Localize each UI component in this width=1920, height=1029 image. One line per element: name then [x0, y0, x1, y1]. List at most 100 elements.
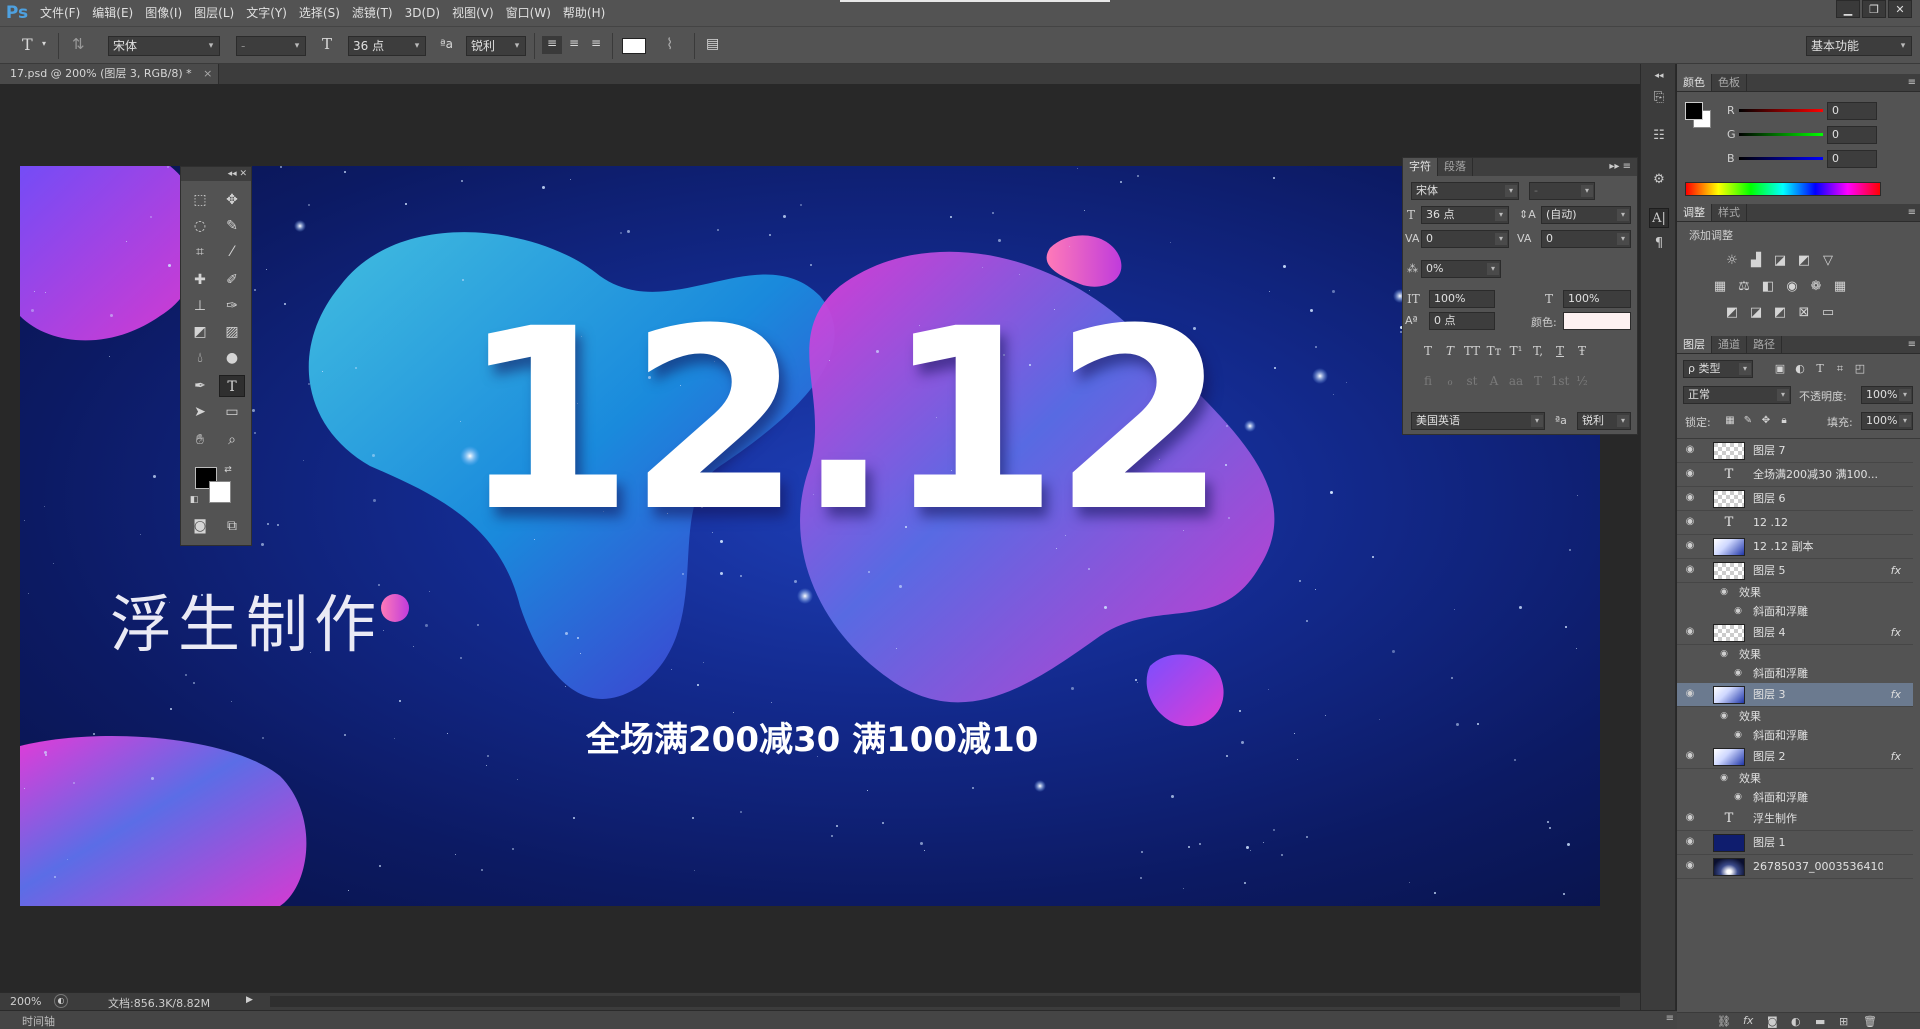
path-selection-tool-icon[interactable]: ➤ [187, 401, 213, 423]
filter-type-icon[interactable]: T [1811, 360, 1829, 378]
character-panel-toggle-icon[interactable]: ▤ [706, 36, 719, 52]
fill-field[interactable]: 100% ▾ [1861, 412, 1913, 430]
tab-swatches[interactable]: 色板 [1712, 74, 1747, 91]
menu-item[interactable]: 文件(F) [34, 0, 86, 26]
layer-row[interactable]: ◉ T 12 .12 [1677, 511, 1913, 535]
timeline-tab[interactable]: 时间轴 [22, 1013, 55, 1029]
layer-row[interactable]: ◉ T 浮生制作 [1677, 807, 1913, 831]
visibility-eye-icon[interactable]: ◉ [1717, 771, 1731, 785]
visibility-eye-icon[interactable]: ◉ [1683, 443, 1697, 457]
layer-row[interactable]: ◉ 26785037_00035364103... [1677, 855, 1913, 879]
tab-layers[interactable]: 图层 [1677, 336, 1712, 353]
tools-panel-header[interactable]: ◂◂ ✕ [181, 167, 251, 181]
menu-item[interactable]: 选择(S) [293, 0, 346, 26]
visibility-eye-icon[interactable]: ◉ [1683, 687, 1697, 701]
char-leading-field[interactable]: (自动) ▾ [1541, 206, 1631, 224]
text-color-swatch[interactable] [622, 38, 646, 54]
color-fg-swatch[interactable] [1685, 102, 1703, 120]
brush-tool-icon[interactable]: ✐ [219, 269, 245, 291]
lock-position-icon[interactable]: ✥ [1757, 412, 1775, 430]
lock-transparent-icon[interactable]: ▦ [1721, 412, 1739, 430]
char-font-family-select[interactable]: 宋体 ▾ [1411, 182, 1519, 200]
layers-panel-menu-icon[interactable]: ≡ [1908, 336, 1916, 354]
color-lookup-icon[interactable]: ▦ [1831, 278, 1849, 296]
layer-thumbnail[interactable] [1713, 562, 1745, 580]
workspace-select[interactable]: 基本功能 ▾ [1806, 36, 1912, 56]
layer-row[interactable]: ◉ 图层 6 [1677, 487, 1913, 511]
close-button[interactable]: ✕ [1888, 0, 1912, 18]
visibility-eye-icon[interactable]: ◉ [1683, 491, 1697, 505]
layer-filter-select[interactable]: ρ 类型 ▾ [1683, 360, 1753, 378]
tab-paths[interactable]: 路径 [1747, 336, 1782, 353]
visibility-eye-icon[interactable]: ◉ [1731, 728, 1745, 742]
blue-value[interactable]: 0 [1827, 150, 1877, 168]
layer-effect-row[interactable]: ◉ 效果 [1677, 645, 1913, 664]
pen-tool-icon[interactable]: ✒ [187, 375, 213, 397]
visibility-eye-icon[interactable]: ◉ [1683, 811, 1697, 825]
layer-fx-badge-icon[interactable]: fx [1891, 683, 1901, 707]
eraser-tool-icon[interactable]: ◩ [187, 321, 213, 343]
layer-effect-row[interactable]: ◉ 效果 [1677, 707, 1913, 726]
levels-icon[interactable]: ▟ [1747, 252, 1765, 270]
layer-fx-badge-icon[interactable]: fx [1891, 745, 1901, 769]
superscript-button[interactable]: T¹ [1505, 344, 1527, 358]
filter-shape-icon[interactable]: ⌗ [1831, 360, 1849, 378]
paragraph-panel-icon[interactable]: ¶ [1649, 234, 1669, 254]
collapse-dock-icon[interactable]: ◂◂ [1649, 66, 1669, 86]
titling-button[interactable]: T [1527, 374, 1549, 388]
layer-row[interactable]: ◉ 图层 4 fx [1677, 621, 1913, 645]
all-caps-button[interactable]: TT [1461, 344, 1483, 358]
vibrance-icon[interactable]: ▽ [1819, 252, 1837, 270]
layer-row[interactable]: ◉ 图层 7 [1677, 439, 1913, 463]
close-tab-icon[interactable]: × [203, 67, 212, 80]
horizontal-scrollbar[interactable] [270, 996, 1620, 1007]
rectangle-tool-icon[interactable]: ▭ [219, 401, 245, 423]
faux-bold-button[interactable]: T [1417, 344, 1439, 358]
swap-colors-icon[interactable]: ⇄ [221, 463, 235, 477]
visibility-eye-icon[interactable]: ◉ [1717, 709, 1731, 723]
char-language-select[interactable]: 美国英语 ▾ [1411, 412, 1545, 430]
char-kerning-field[interactable]: 0 ▾ [1421, 230, 1509, 248]
filter-pixel-icon[interactable]: ▣ [1771, 360, 1789, 378]
tab-adjustments[interactable]: 调整 [1677, 204, 1712, 221]
restore-button[interactable]: ❐ [1862, 0, 1886, 18]
ligatures-button[interactable]: fi [1417, 374, 1439, 388]
menu-item[interactable]: 视图(V) [446, 0, 500, 26]
gradient-tool-icon[interactable]: ▨ [219, 321, 245, 343]
visibility-eye-icon[interactable]: ◉ [1683, 467, 1697, 481]
subscript-button[interactable]: T, [1527, 344, 1549, 358]
hand-tool-icon[interactable]: ✋︎ [187, 429, 213, 451]
history-brush-tool-icon[interactable]: ✑ [219, 295, 245, 317]
blend-mode-select[interactable]: 正常 ▾ [1683, 386, 1791, 404]
dodge-tool-icon[interactable]: ● [219, 347, 245, 369]
delete-layer-icon[interactable]: 🗑︎ [1863, 1015, 1877, 1028]
text-layer-icon[interactable]: T [1713, 810, 1745, 828]
warp-text-icon[interactable]: ⌇ [666, 35, 673, 53]
blur-tool-icon[interactable]: 💧︎ [187, 347, 213, 369]
zoom-tool-icon[interactable]: ⌕ [219, 429, 245, 451]
screen-mode-icon[interactable]: ⧉ [219, 515, 245, 537]
posterize-icon[interactable]: ◪ [1747, 304, 1765, 322]
visibility-eye-icon[interactable]: ◉ [1717, 647, 1731, 661]
layer-row[interactable]: ◉ 12 .12 副本 [1677, 535, 1913, 559]
new-adjustment-icon[interactable]: ◐ [1791, 1015, 1801, 1028]
gradient-map-icon[interactable]: ▭ [1819, 304, 1837, 322]
visibility-eye-icon[interactable]: ◉ [1683, 749, 1697, 763]
layer-thumbnail[interactable] [1713, 624, 1745, 642]
visibility-eye-icon[interactable]: ◉ [1731, 604, 1745, 618]
ordinals-button[interactable]: 1st [1549, 374, 1571, 388]
antialias-select[interactable]: 锐利 ▾ [466, 36, 526, 56]
quick-mask-icon[interactable]: ◙ [187, 515, 213, 537]
visibility-eye-icon[interactable]: ◉ [1683, 563, 1697, 577]
brightness-icon[interactable]: ☼ [1723, 252, 1741, 270]
layer-effect-row[interactable]: ◉ 斜面和浮雕 [1677, 726, 1913, 745]
menu-item[interactable]: 图层(L) [188, 0, 240, 26]
visibility-eye-icon[interactable]: ◉ [1683, 835, 1697, 849]
color-balance-icon[interactable]: ⚖ [1735, 278, 1753, 296]
curves-icon[interactable]: ◪ [1771, 252, 1789, 270]
menu-item[interactable]: 3D(D) [399, 0, 446, 26]
align-left-icon[interactable]: ≡ [542, 36, 562, 54]
layer-thumbnail[interactable] [1713, 442, 1745, 460]
color-panel-menu-icon[interactable]: ≡ [1908, 74, 1916, 92]
fractions-button[interactable]: ½ [1571, 374, 1593, 388]
